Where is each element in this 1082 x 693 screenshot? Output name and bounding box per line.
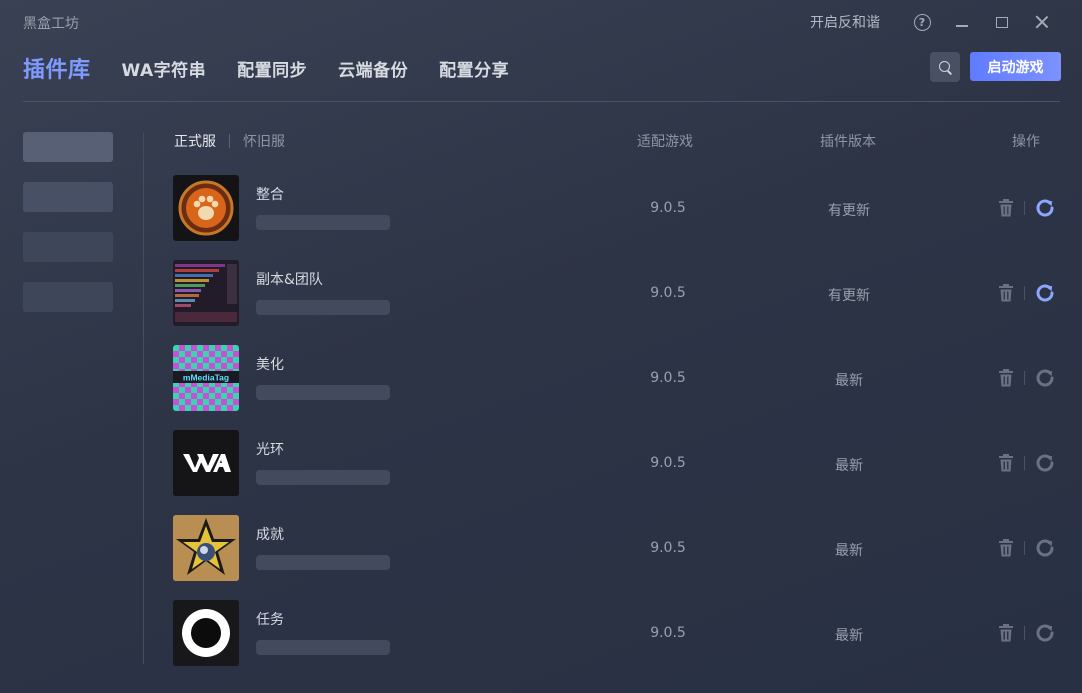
sidebar-item[interactable]: [23, 182, 113, 212]
action-separator: [1024, 371, 1025, 385]
plugin-game-version: 9.0.5: [650, 285, 686, 301]
delete-icon[interactable]: [995, 452, 1017, 474]
update-icon[interactable]: [1033, 536, 1057, 560]
ring-icon[interactable]: [173, 600, 239, 666]
plugin-row: 整合 9.0.5 有更新: [173, 175, 1063, 241]
tab-cloud-backup[interactable]: 云端备份: [338, 56, 408, 81]
column-header-game: 适配游戏: [637, 134, 693, 150]
plugin-game-version: 9.0.5: [650, 370, 686, 386]
minimize-icon: [956, 25, 968, 27]
window-controls: 开启反和谐 ?: [810, 10, 1062, 34]
help-icon: ?: [913, 13, 931, 31]
action-separator: [1024, 541, 1025, 555]
nav-divider: [23, 101, 1060, 102]
column-header-version: 插件版本: [820, 134, 876, 150]
maximize-button[interactable]: [982, 10, 1022, 34]
plugin-progress-placeholder: [256, 470, 390, 485]
tab-classic-server[interactable]: 怀旧服: [243, 131, 285, 151]
tab-plugin-library[interactable]: 插件库: [23, 52, 91, 84]
app-title: 黑盒工坊: [23, 16, 79, 32]
action-separator: [1024, 286, 1025, 300]
column-header-actions: 操作: [1012, 134, 1040, 150]
plugin-row: 副本&团队 9.0.5 有更新: [173, 260, 1063, 326]
title-bar: 黑盒工坊 开启反和谐 ?: [0, 0, 1082, 44]
checkerboard-icon[interactable]: mMediaTag: [173, 345, 239, 411]
tab-config-sync[interactable]: 配置同步: [237, 56, 307, 81]
main-nav: 插件库 WA字符串 配置同步 云端备份 配置分享: [23, 50, 540, 86]
update-icon[interactable]: [1033, 196, 1057, 220]
launch-game-button[interactable]: 启动游戏: [970, 52, 1061, 81]
minimize-button[interactable]: [942, 10, 982, 34]
action-separator: [1024, 201, 1025, 215]
plugin-progress-placeholder: [256, 640, 390, 655]
plugin-progress-placeholder: [256, 385, 390, 400]
plugin-game-version: 9.0.5: [650, 455, 686, 471]
plugin-version-status: 最新: [835, 373, 863, 389]
action-separator: [1024, 456, 1025, 470]
sidebar-divider: [143, 132, 144, 664]
plugin-row: 成就 9.0.5 最新: [173, 515, 1063, 581]
wa-logo-icon[interactable]: [173, 430, 239, 496]
plugin-progress-placeholder: [256, 300, 390, 315]
update-icon[interactable]: [1033, 281, 1057, 305]
plugin-version-status: 最新: [835, 628, 863, 644]
plugin-row: 任务 9.0.5 最新: [173, 600, 1063, 666]
close-button[interactable]: [1022, 10, 1062, 34]
close-icon: [1035, 15, 1049, 29]
delete-icon[interactable]: [995, 367, 1017, 389]
checkerboard-icon-text: mMediaTag: [183, 373, 229, 383]
plugin-name: 整合: [256, 187, 284, 203]
plugin-row: mMediaTag 美化 9.0.5 最新: [173, 345, 1063, 411]
help-button[interactable]: ?: [902, 10, 942, 34]
update-icon[interactable]: [1033, 451, 1057, 475]
plugin-game-version: 9.0.5: [650, 625, 686, 641]
delete-icon[interactable]: [995, 622, 1017, 644]
search-button[interactable]: [930, 52, 960, 82]
plugin-name: 成就: [256, 527, 284, 543]
maximize-icon: [996, 16, 1008, 28]
raid-meters-icon[interactable]: [173, 260, 239, 326]
star-badge-icon[interactable]: [173, 515, 239, 581]
sidebar-item[interactable]: [23, 232, 113, 262]
update-icon[interactable]: [1033, 366, 1057, 390]
plugin-name: 美化: [256, 357, 284, 373]
plugin-version-status: 最新: [835, 458, 863, 474]
plugin-name: 光环: [256, 442, 284, 458]
tab-retail-server[interactable]: 正式服: [174, 131, 216, 151]
delete-icon[interactable]: [995, 282, 1017, 304]
server-tab-separator: [229, 134, 230, 148]
plugin-name: 副本&团队: [256, 272, 323, 288]
plugin-game-version: 9.0.5: [650, 540, 686, 556]
delete-icon[interactable]: [995, 197, 1017, 219]
tab-wa-strings[interactable]: WA字符串: [122, 56, 207, 81]
sidebar-item[interactable]: [23, 282, 113, 312]
plugin-version-status: 最新: [835, 543, 863, 559]
update-icon[interactable]: [1033, 621, 1057, 645]
plugin-version-status: 有更新: [828, 203, 870, 219]
paw-emblem-icon[interactable]: [173, 175, 239, 241]
delete-icon[interactable]: [995, 537, 1017, 559]
search-icon: [938, 60, 952, 74]
plugin-progress-placeholder: [256, 555, 390, 570]
sidebar: [23, 132, 113, 332]
sidebar-item[interactable]: [23, 132, 113, 162]
plugin-progress-placeholder: [256, 215, 390, 230]
plugin-version-status: 有更新: [828, 288, 870, 304]
action-separator: [1024, 626, 1025, 640]
plugin-name: 任务: [256, 612, 284, 628]
server-tabs: 正式服 怀旧服: [174, 131, 285, 151]
anti-harmony-toggle[interactable]: 开启反和谐: [810, 12, 880, 32]
tab-config-share[interactable]: 配置分享: [439, 56, 509, 81]
plugin-row: 光环 9.0.5 最新: [173, 430, 1063, 496]
plugin-game-version: 9.0.5: [650, 200, 686, 216]
